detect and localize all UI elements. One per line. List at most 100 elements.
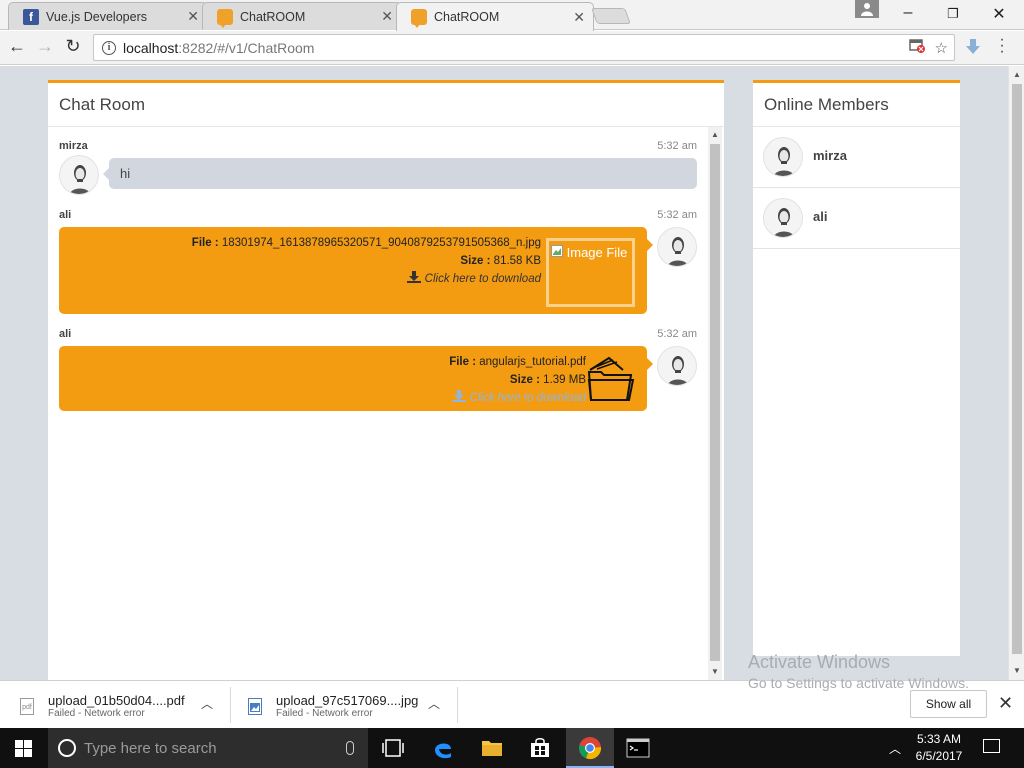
popup-blocked-icon[interactable] <box>908 39 925 57</box>
minimize-window-icon[interactable]: – <box>898 4 918 22</box>
menu-icon[interactable]: · · · <box>997 32 1007 60</box>
store-icon[interactable] <box>528 736 552 760</box>
message-sender: mirza <box>59 140 88 152</box>
broken-image-icon <box>551 245 567 260</box>
chat-scrollbar[interactable]: ▲ ▼ <box>708 127 722 680</box>
message-bubble: hi <box>103 158 697 189</box>
info-icon[interactable]: i <box>102 40 116 55</box>
avatar <box>59 155 99 195</box>
online-members-panel: Online Members mirza ali <box>753 80 960 656</box>
taskbar-clock[interactable]: 5:33 AM 6/5/2017 <box>906 731 972 765</box>
message-time: 5:32 am <box>657 140 697 152</box>
edge-browser-icon[interactable] <box>431 736 455 760</box>
close-tab-icon[interactable]: ✕ <box>381 8 393 25</box>
chat-room-title: Chat Room <box>48 83 724 127</box>
chat-message: ali 5:32 am File : angularjs_tutorial.pd… <box>59 328 697 418</box>
chat-scrollbar-thumb[interactable] <box>710 144 720 661</box>
download-status: Failed - Network error <box>276 708 373 719</box>
message-time: 5:32 am <box>657 209 697 221</box>
file-name: angularjs_tutorial.pdf <box>479 356 586 368</box>
scroll-up-icon[interactable]: ▲ <box>711 130 719 139</box>
notifications-icon[interactable] <box>983 739 1000 753</box>
show-all-button[interactable]: Show all <box>910 690 987 718</box>
online-members-title: Online Members <box>753 83 960 127</box>
activate-windows-watermark: Activate Windows Go to Settings to activ… <box>748 652 969 691</box>
download-link[interactable]: Click here to download <box>192 270 541 288</box>
folder-icon <box>587 356 635 402</box>
page-scrollbar[interactable]: ▲ ▼ <box>1008 66 1024 680</box>
page-scrollbar-thumb[interactable] <box>1012 84 1022 654</box>
browser-toolbar: ← → ↻ i localhost:8282/#/v1/ChatRoom ☆ ·… <box>0 31 1024 65</box>
download-arrow-icon[interactable] <box>964 38 982 56</box>
tab-title: ChatROOM <box>434 10 500 24</box>
message-time: 5:32 am <box>657 328 697 340</box>
message-sender: ali <box>59 209 72 221</box>
chrome-taskbar-button[interactable] <box>566 728 614 768</box>
new-tab-button[interactable] <box>591 8 631 24</box>
scroll-up-icon[interactable]: ▲ <box>1013 70 1021 79</box>
scroll-down-icon[interactable]: ▼ <box>711 667 719 676</box>
file-label: File : <box>191 237 219 249</box>
chat-room-panel: Chat Room mirza 5:32 am hi ali 5:32 am F… <box>48 80 724 680</box>
member-item-mirza[interactable]: mirza <box>753 127 960 188</box>
image-file-icon <box>248 697 262 715</box>
back-icon[interactable]: ← <box>6 36 28 57</box>
bookmark-star-icon[interactable]: ☆ <box>935 39 948 57</box>
user-profile-icon[interactable] <box>855 0 879 18</box>
close-window-icon[interactable]: ✕ <box>989 4 1009 24</box>
member-name: mirza <box>813 148 847 163</box>
avatar <box>763 198 803 238</box>
page-content: Chat Room mirza 5:32 am hi ali 5:32 am F… <box>0 66 1008 680</box>
file-name: 18301974_1613878965320571_90408792537915… <box>221 237 541 249</box>
chat-message: ali 5:32 am File : 18301974_161387896532… <box>59 209 697 319</box>
pdf-file-icon: pdf <box>20 697 34 715</box>
image-alt-text: Image File <box>566 245 628 260</box>
clock-date: 6/5/2017 <box>915 749 963 763</box>
image-file-preview[interactable]: Image File <box>546 238 635 307</box>
chat-icon <box>411 9 427 28</box>
avatar <box>763 137 803 177</box>
address-bar[interactable]: i localhost:8282/#/v1/ChatRoom ☆ <box>93 34 955 61</box>
chrome-icon <box>579 737 602 760</box>
terminal-icon[interactable] <box>626 736 650 760</box>
task-view-icon[interactable] <box>381 736 405 760</box>
divider <box>230 687 231 723</box>
close-download-bar-icon[interactable]: ✕ <box>998 693 1013 714</box>
member-item-ali[interactable]: ali <box>753 188 960 249</box>
cortana-icon <box>58 739 76 757</box>
taskbar-search-box[interactable]: Type here to search <box>48 728 368 768</box>
file-size: 1.39 MB <box>543 374 586 386</box>
tab-vuejs-developers[interactable]: f Vue.js Developers ✕ <box>8 2 208 30</box>
tab-chatroom[interactable]: ChatROOM ✕ <box>202 2 402 30</box>
size-label: Size : <box>460 255 491 267</box>
size-label: Size : <box>509 374 540 386</box>
close-tab-icon[interactable]: ✕ <box>573 9 585 26</box>
close-tab-icon[interactable]: ✕ <box>187 8 199 25</box>
avatar <box>657 227 697 267</box>
member-name: ali <box>813 209 828 224</box>
facebook-icon: f <box>23 8 39 25</box>
scroll-down-icon[interactable]: ▼ <box>1013 666 1021 675</box>
download-item[interactable]: pdf upload_01b50d04....pdf Failed - Netw… <box>20 688 185 724</box>
microphone-icon[interactable] <box>346 741 354 755</box>
chevron-up-icon[interactable]: ︿ <box>889 740 901 757</box>
reload-icon[interactable]: ↻ <box>62 36 84 57</box>
download-filename: upload_01b50d04....pdf <box>48 693 185 708</box>
restore-window-icon[interactable]: ❐ <box>943 6 963 22</box>
download-link[interactable]: Click here to download <box>449 389 586 407</box>
chat-message: mirza 5:32 am hi <box>59 140 697 195</box>
download-item[interactable]: upload_97c517069....jpg Failed - Network… <box>248 688 418 724</box>
file-label: File : <box>449 356 477 368</box>
chevron-up-icon[interactable]: ︿ <box>201 695 213 712</box>
windows-start-icon[interactable] <box>15 740 32 757</box>
search-placeholder: Type here to search <box>84 739 217 757</box>
download-status: Failed - Network error <box>48 708 145 719</box>
tab-chatroom-active[interactable]: ChatROOM ✕ <box>396 2 594 31</box>
clock-time: 5:33 AM <box>916 732 962 746</box>
chevron-up-icon[interactable]: ︿ <box>428 695 440 712</box>
download-filename: upload_97c517069....jpg <box>276 693 419 708</box>
windows-taskbar: Type here to search ︿ 5:33 AM 6/5/2017 <box>0 728 1024 768</box>
avatar <box>657 346 697 386</box>
file-explorer-icon[interactable] <box>480 736 504 760</box>
forward-icon[interactable]: → <box>34 36 56 57</box>
